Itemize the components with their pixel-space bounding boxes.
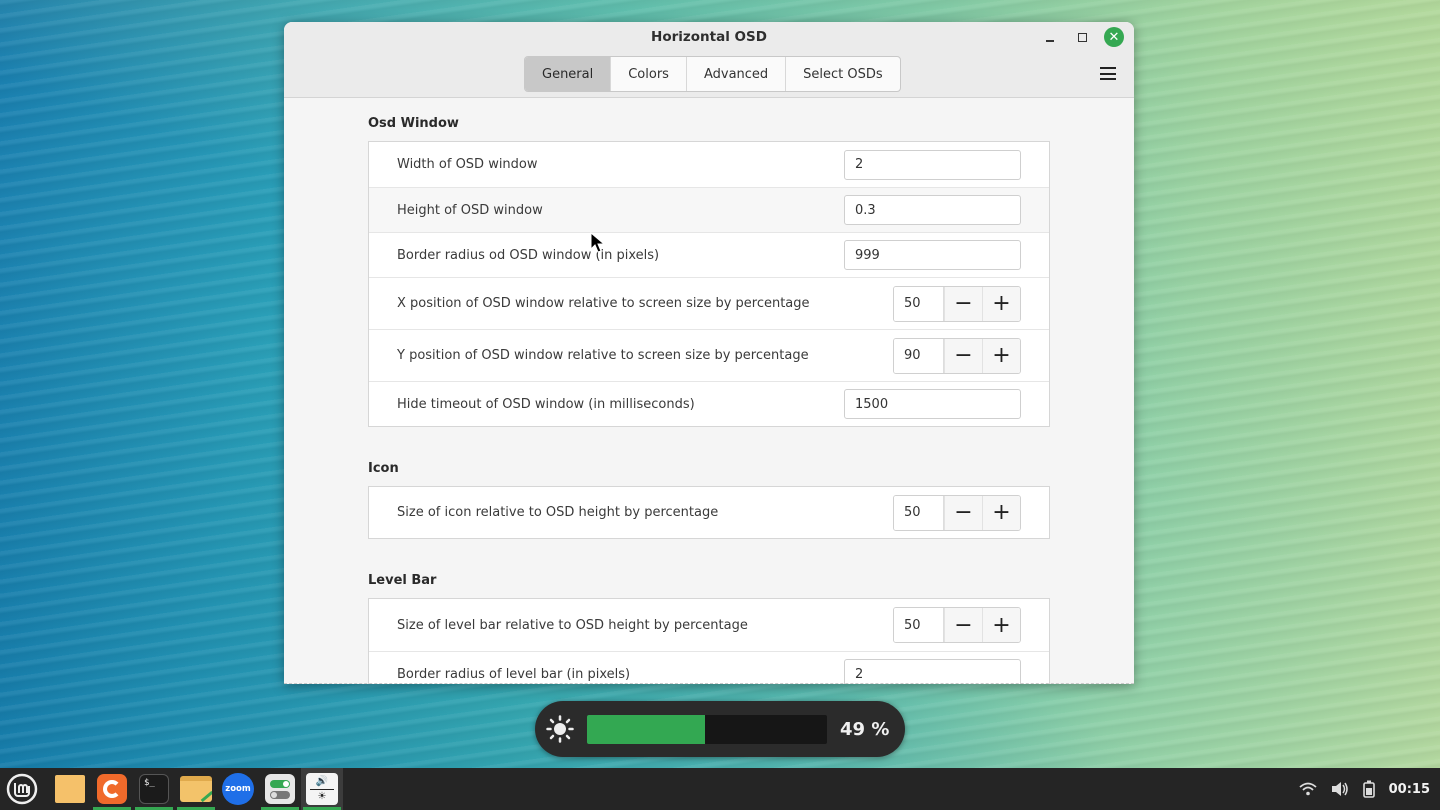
minimize-button[interactable] xyxy=(1040,27,1060,47)
setting-row-width: Width of OSD window 2 xyxy=(369,142,1049,187)
linux-mint-logo-icon xyxy=(6,773,38,805)
settings-content[interactable]: Osd Window Width of OSD window 2 Height … xyxy=(284,99,1134,684)
taskbar-horizontal-osd[interactable]: 🔊 ☀ xyxy=(301,768,343,810)
taskbar: $_ zoom 🔊 ☀ 00:15 xyxy=(0,768,1440,810)
toggle-settings-icon xyxy=(265,774,295,804)
mint-menu-button[interactable] xyxy=(1,768,43,810)
clock[interactable]: 00:15 xyxy=(1389,782,1430,797)
row-label: Width of OSD window xyxy=(397,157,538,172)
zoom-icon: zoom xyxy=(222,773,254,805)
header-bar: Horizontal OSD ✕ General Colors Advanced… xyxy=(284,22,1134,98)
increment-button[interactable]: + xyxy=(982,495,1020,530)
height-input[interactable]: 0.3 xyxy=(844,195,1021,225)
taskbar-zoom[interactable]: zoom xyxy=(217,768,259,810)
maximize-button[interactable] xyxy=(1072,27,1092,47)
firefox-icon xyxy=(97,774,127,804)
y-position-input[interactable]: 90 xyxy=(894,338,944,373)
hide-timeout-input[interactable]: 1500 xyxy=(844,389,1021,419)
folder-icon xyxy=(55,775,85,803)
decrement-button[interactable]: − xyxy=(944,286,982,321)
setting-row-hide-timeout: Hide timeout of OSD window (in milliseco… xyxy=(369,381,1049,426)
x-position-stepper: 50 − + xyxy=(893,285,1021,322)
brightness-level-bar xyxy=(587,714,827,744)
section-title-icon: Icon xyxy=(368,461,399,476)
window-title: Horizontal OSD xyxy=(651,29,767,45)
level-bar-card: Size of level bar relative to OSD height… xyxy=(368,598,1050,684)
file-manager-icon xyxy=(180,776,212,802)
section-title-level-bar: Level Bar xyxy=(368,573,437,588)
row-label: X position of OSD window relative to scr… xyxy=(397,296,810,311)
osd-window-card: Width of OSD window 2 Height of OSD wind… xyxy=(368,141,1050,427)
row-label: Hide timeout of OSD window (in milliseco… xyxy=(397,396,695,412)
tab-bar: General Colors Advanced Select OSDs xyxy=(524,56,901,92)
setting-row-level-bar-size: Size of level bar relative to OSD height… xyxy=(369,599,1049,651)
setting-row-x-position: X position of OSD window relative to scr… xyxy=(369,277,1049,329)
brightness-icon xyxy=(546,715,574,743)
hamburger-menu-icon[interactable] xyxy=(1100,67,1116,80)
tab-select-osds[interactable]: Select OSDs xyxy=(785,57,900,91)
level-bar-radius-input[interactable]: 2 xyxy=(844,659,1021,684)
horizontal-osd-window: Horizontal OSD ✕ General Colors Advanced… xyxy=(284,22,1134,684)
row-label: Size of icon relative to OSD height by p… xyxy=(397,505,719,520)
taskbar-terminal[interactable]: $_ xyxy=(133,768,175,810)
taskbar-firefox[interactable] xyxy=(91,768,133,810)
row-label: Border radius od OSD window (in pixels) xyxy=(397,247,660,263)
system-tray: 00:15 xyxy=(1299,768,1430,810)
width-input[interactable]: 2 xyxy=(844,149,1021,180)
close-icon: ✕ xyxy=(1108,29,1120,45)
mouse-cursor-icon xyxy=(590,232,606,253)
section-title-osd-window: Osd Window xyxy=(368,116,459,131)
x-position-input[interactable]: 50 xyxy=(894,286,944,321)
setting-row-level-bar-radius: Border radius of level bar (in pixels) 2 xyxy=(369,651,1049,684)
wifi-icon[interactable] xyxy=(1299,782,1317,796)
icon-size-stepper: 50 − + xyxy=(893,494,1021,531)
setting-row-icon-size: Size of icon relative to OSD height by p… xyxy=(369,487,1049,538)
minimize-icon xyxy=(1046,40,1054,42)
tab-colors[interactable]: Colors xyxy=(610,57,686,91)
level-bar-size-input[interactable]: 50 xyxy=(894,608,944,642)
icon-size-input[interactable]: 50 xyxy=(894,495,944,530)
border-radius-input[interactable]: 999 xyxy=(844,240,1021,270)
increment-button[interactable]: + xyxy=(982,608,1020,642)
decrement-button[interactable]: − xyxy=(944,495,982,530)
tab-general[interactable]: General xyxy=(525,57,611,91)
row-label: Y position of OSD window relative to scr… xyxy=(397,348,809,363)
terminal-icon: $_ xyxy=(139,774,169,804)
decrement-button[interactable]: − xyxy=(944,338,982,373)
level-bar-size-stepper: 50 − + xyxy=(893,607,1021,643)
maximize-icon xyxy=(1077,32,1087,42)
setting-row-y-position: Y position of OSD window relative to scr… xyxy=(369,329,1049,381)
close-button[interactable]: ✕ xyxy=(1104,27,1124,47)
setting-row-height: Height of OSD window 0.3 xyxy=(369,187,1049,232)
increment-button[interactable]: + xyxy=(982,286,1020,321)
row-label: Height of OSD window xyxy=(397,202,543,218)
taskbar-folder[interactable] xyxy=(49,768,91,810)
taskbar-file-manager[interactable] xyxy=(175,768,217,810)
taskbar-settings-toggle[interactable] xyxy=(259,768,301,810)
brightness-osd: 49 % xyxy=(535,701,905,757)
brightness-level-fill xyxy=(587,714,705,744)
brightness-percent-label: 49 % xyxy=(840,718,890,740)
row-label: Border radius of level bar (in pixels) xyxy=(397,667,631,682)
volume-icon[interactable] xyxy=(1331,781,1349,797)
row-label: Size of level bar relative to OSD height… xyxy=(397,617,748,633)
icon-card: Size of icon relative to OSD height by p… xyxy=(368,486,1050,539)
battery-icon[interactable] xyxy=(1362,780,1375,798)
setting-row-border-radius: Border radius od OSD window (in pixels) … xyxy=(369,232,1049,277)
tab-advanced[interactable]: Advanced xyxy=(685,57,785,91)
y-position-stepper: 90 − + xyxy=(893,337,1021,374)
increment-button[interactable]: + xyxy=(982,338,1020,373)
decrement-button[interactable]: − xyxy=(944,608,982,642)
osd-app-icon: 🔊 ☀ xyxy=(306,773,338,805)
